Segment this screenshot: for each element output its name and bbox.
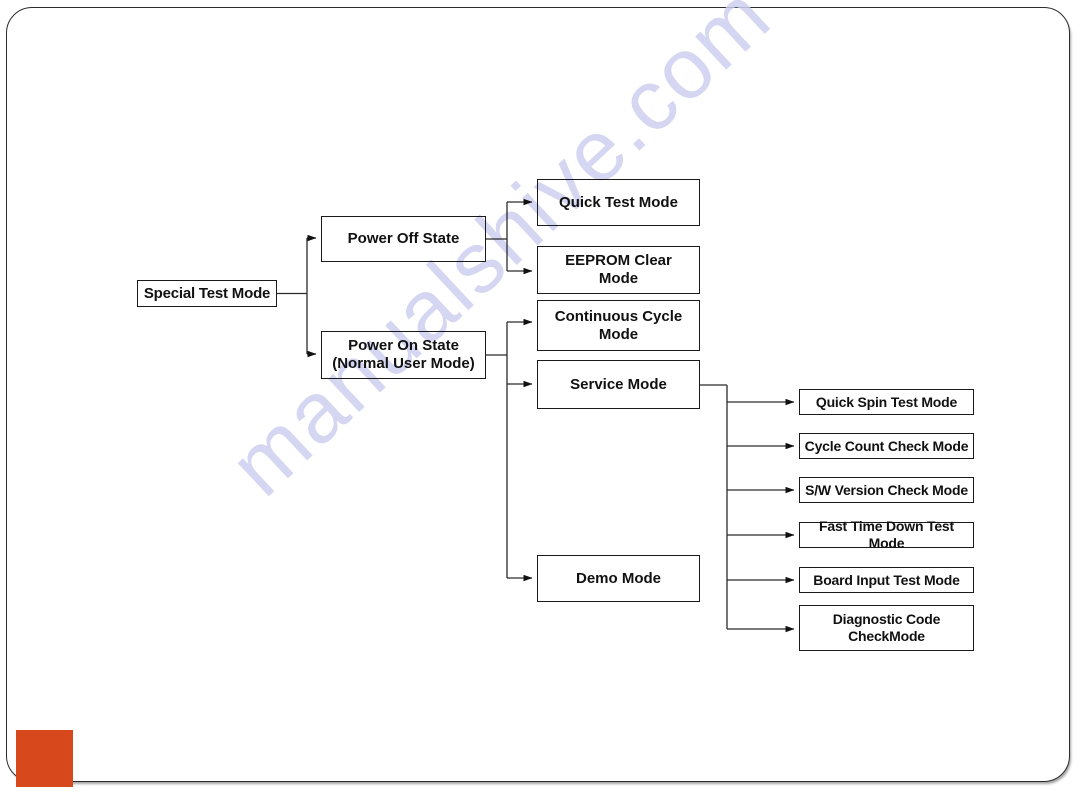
node-label: Quick Test Mode [559,193,678,211]
node-fast-time-down-test-mode[interactable]: Fast Time Down Test Mode [799,518,974,551]
node-quick-test-mode[interactable]: Quick Test Mode [537,179,700,226]
flowchart-diagram: Special Test Mode Power Off State Power … [0,0,1080,810]
node-board-input-test-mode[interactable]: Board Input Test Mode [799,567,974,593]
node-label-line1: Power On State [348,337,459,355]
node-label: Quick Spin Test Mode [815,393,958,410]
node-service-mode[interactable]: Service Mode [537,360,700,409]
node-label-line2: Mode [598,325,639,343]
node-label: Service Mode [570,375,667,393]
accent-square [16,730,73,787]
node-label: Cycle Count Check Mode [804,437,969,454]
node-label-line2: CheckMode [848,628,925,644]
node-diagnostic-code-check-mode[interactable]: Diagnostic Code CheckMode [799,605,974,651]
node-cycle-count-check-mode[interactable]: Cycle Count Check Mode [799,433,974,459]
slide-page: manualshive.com Special Test Mode Power … [0,0,1080,810]
node-sw-version-check-mode[interactable]: S/W Version Check Mode [799,477,974,503]
node-label-line1: Diagnostic Code [832,611,941,628]
node-eeprom-clear-mode[interactable]: EEPROM Clear Mode [537,246,700,294]
node-power-on-state[interactable]: Power On State (Normal User Mode) [321,331,486,379]
node-label-line2: Mode [598,270,639,287]
node-demo-mode[interactable]: Demo Mode [537,555,700,602]
node-label-line1: EEPROM Clear [565,252,672,270]
node-label: Special Test Mode [143,284,271,302]
node-label-line1: Continuous Cycle [554,307,683,325]
node-label: Fast Time Down Test Mode [819,518,954,551]
node-special-test-mode[interactable]: Special Test Mode [137,280,277,307]
node-power-off-state[interactable]: Power Off State [321,216,486,262]
node-label: Power Off State [347,230,460,248]
node-continuous-cycle-mode[interactable]: Continuous Cycle Mode [537,300,700,351]
node-label: Demo Mode [575,569,661,587]
node-label: Board Input Test Mode [813,571,960,588]
node-quick-spin-test-mode[interactable]: Quick Spin Test Mode [799,389,974,415]
node-label-line2: (Normal User Mode) [332,355,475,372]
node-label: S/W Version Check Mode [805,481,968,498]
